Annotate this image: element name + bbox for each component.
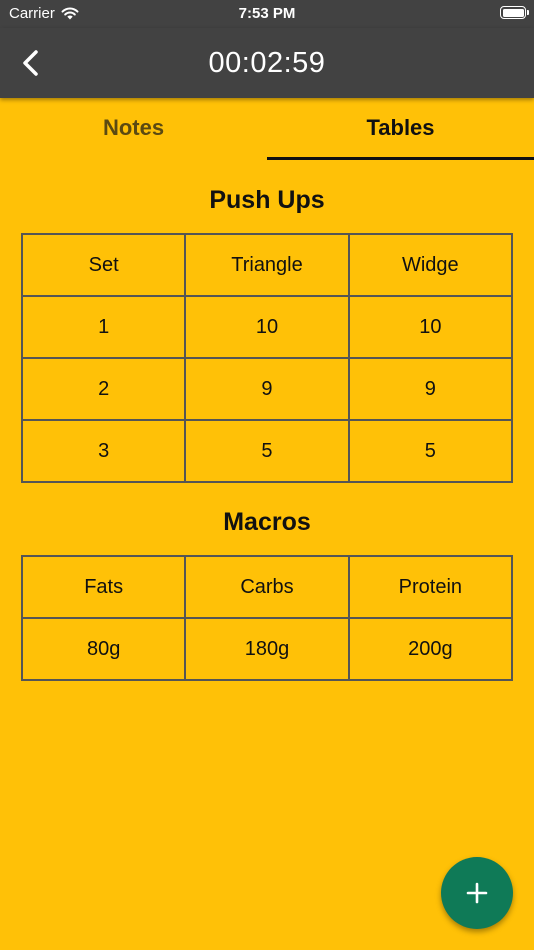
table-row: 3 5 5 (20, 419, 514, 483)
plus-icon (466, 882, 488, 904)
table-cell: Set (20, 233, 187, 297)
table-cell: 1 (20, 295, 187, 359)
push-ups-table: Set Triangle Widge 1 10 10 2 9 9 3 5 5 (20, 233, 514, 483)
macros-table: Fats Carbs Protein 80g 180g 200g (20, 555, 514, 681)
table-cell: 5 (347, 419, 514, 483)
table-cell: 5 (184, 419, 350, 483)
table-cell: Triangle (184, 233, 350, 297)
tab-tables[interactable]: Tables (267, 98, 534, 160)
table-row: 80g 180g 200g (20, 617, 514, 681)
tab-bar: Notes Tables (0, 98, 534, 160)
table-title-macros: Macros (223, 508, 311, 536)
table-cell: 9 (347, 357, 514, 421)
battery-icon (500, 6, 529, 19)
table-cell: Protein (347, 555, 514, 619)
table-row: 2 9 9 (20, 357, 514, 421)
table-title-push-ups: Push Ups (209, 186, 325, 214)
table-cell: Carbs (184, 555, 350, 619)
table-row: 1 10 10 (20, 295, 514, 359)
add-button[interactable] (441, 857, 513, 929)
table-cell: 10 (347, 295, 514, 359)
table-cell: 80g (20, 617, 187, 681)
table-cell: 3 (20, 419, 187, 483)
tab-notes[interactable]: Notes (0, 98, 267, 160)
timer-title: 00:02:59 (208, 47, 326, 79)
table-cell: 9 (184, 357, 350, 421)
table-cell: 200g (347, 617, 514, 681)
status-time: 7:53 PM (238, 5, 296, 22)
status-bar: Carrier 7:53 PM (0, 0, 534, 28)
table-header-row: Fats Carbs Protein (20, 555, 514, 619)
app-bar: 00:02:59 (0, 28, 534, 98)
table-cell: 2 (20, 357, 187, 421)
table-cell: Fats (20, 555, 187, 619)
table-cell: 180g (184, 617, 350, 681)
table-header-row: Set Triangle Widge (20, 233, 514, 297)
table-cell: Widge (347, 233, 514, 297)
table-cell: 10 (184, 295, 350, 359)
